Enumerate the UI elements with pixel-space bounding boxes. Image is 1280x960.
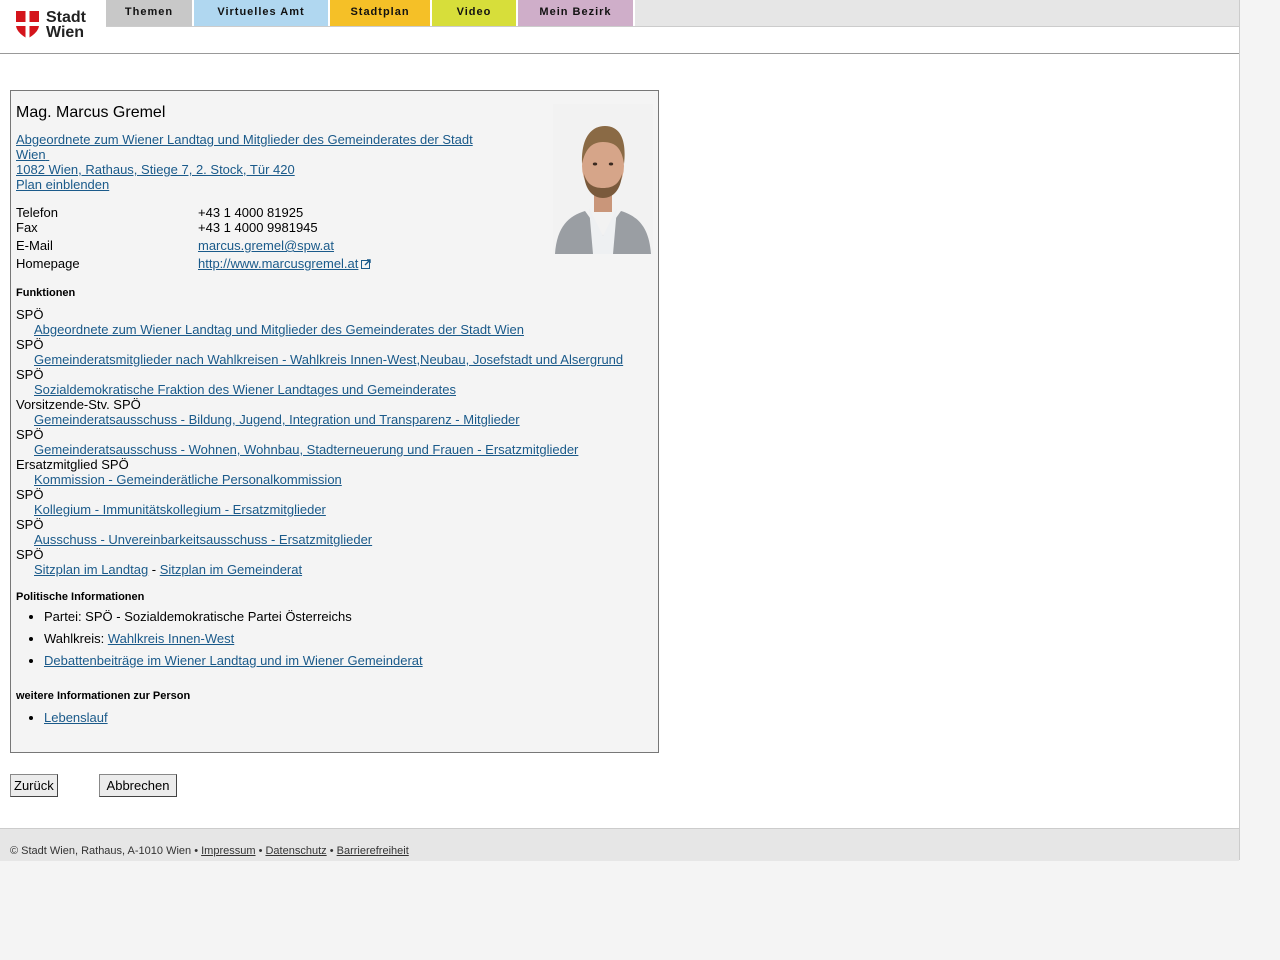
functions-list: SPÖ Abgeordnete zum Wiener Landtag und M…	[16, 307, 646, 577]
email-link[interactable]: marcus.gremel@spw.at	[198, 238, 334, 253]
seating-plan-landtag-link[interactable]: Sitzplan im Landtag	[34, 562, 148, 577]
party-text: Partei: SPÖ - Sozialdemokratische Partei…	[44, 609, 352, 624]
district-item: Wahlkreis: Wahlkreis Innen-West	[44, 631, 651, 646]
fax-value: +43 1 4000 9981945	[198, 220, 318, 235]
district-link[interactable]: Wahlkreis Innen-West	[108, 631, 234, 646]
main-navigation: Themen Virtuelles Amt Stadtplan Video Me…	[106, 0, 1239, 27]
function-role: SPÖ	[16, 427, 44, 442]
cancel-button[interactable]: Abbrechen	[99, 774, 177, 797]
footer-bullet: •	[255, 845, 266, 857]
function-link[interactable]: Kollegium - Immunitätskollegium - Ersatz…	[16, 502, 646, 517]
person-card: Mag. Marcus Gremel Abgeordnete zum Wiene…	[10, 90, 659, 753]
tab-stadtplan[interactable]: Stadtplan	[330, 0, 432, 26]
function-link[interactable]: Abgeordnete zum Wiener Landtag und Mitgl…	[16, 322, 646, 337]
functions-heading: Funktionen	[16, 287, 76, 299]
contact-table: Telefon +43 1 4000 81925 Fax +43 1 4000 …	[16, 205, 536, 271]
footer-text: © Stadt Wien, Rathaus, A-1010 Wien • Imp…	[10, 845, 409, 857]
contact-row-fax: Fax +43 1 4000 9981945	[16, 220, 536, 235]
political-info-list: Partei: SPÖ - Sozialdemokratische Partei…	[11, 609, 651, 675]
homepage-label: Homepage	[16, 256, 80, 271]
tab-mein-bezirk[interactable]: Mein Bezirk	[518, 0, 635, 26]
footer-bullet: •	[326, 845, 337, 857]
contact-row-email: E-Mail marcus.gremel@spw.at	[16, 238, 536, 253]
footer-bullet: •	[191, 845, 202, 857]
site-footer: © Stadt Wien, Rathaus, A-1010 Wien • Imp…	[0, 828, 1239, 861]
copyright-text: © Stadt Wien, Rathaus, A-1010 Wien	[10, 845, 192, 857]
party-item: Partei: SPÖ - Sozialdemokratische Partei…	[44, 609, 651, 624]
address-link[interactable]: 1082 Wien, Rathaus, Stiege 7, 2. Stock, …	[16, 162, 486, 177]
homepage-link[interactable]: http://www.marcusgremel.at	[198, 256, 358, 271]
logo-text: Stadt Wien	[46, 9, 86, 41]
political-info-heading: Politische Informationen	[16, 591, 145, 603]
external-link-icon	[361, 259, 372, 269]
wien-shield-icon	[16, 11, 39, 39]
function-role: SPÖ	[16, 517, 44, 532]
function-link[interactable]: Kommission - Gemeinderätliche Personalko…	[16, 472, 646, 487]
tab-video[interactable]: Video	[432, 0, 518, 26]
debates-item: Debattenbeiträge im Wiener Landtag und i…	[44, 653, 651, 668]
function-role: Ersatzmitglied SPÖ	[16, 457, 129, 472]
position-line-1: Abgeordnete zum Wiener Landtag und Mitgl…	[16, 132, 473, 147]
phone-label: Telefon	[16, 205, 58, 220]
cv-link[interactable]: Lebenslauf	[44, 710, 108, 725]
function-role: SPÖ	[16, 487, 44, 502]
show-map-link[interactable]: Plan einblenden	[16, 177, 486, 192]
seating-plan-links: Sitzplan im Landtag - Sitzplan im Gemein…	[16, 562, 646, 577]
function-role: Vorsitzende-Stv. SPÖ	[16, 397, 141, 412]
position-line-2: Wien	[16, 147, 46, 162]
seating-separator: -	[148, 562, 160, 577]
function-role: SPÖ	[16, 337, 44, 352]
function-link[interactable]: Gemeinderatsausschuss - Wohnen, Wohnbau,…	[16, 442, 646, 457]
back-button[interactable]: Zurück	[10, 774, 58, 797]
seating-plan-gemeinderat-link[interactable]: Sitzplan im Gemeinderat	[160, 562, 302, 577]
function-role: SPÖ	[16, 547, 44, 562]
position-link[interactable]: Abgeordnete zum Wiener Landtag und Mitgl…	[16, 132, 486, 162]
debates-link[interactable]: Debattenbeiträge im Wiener Landtag und i…	[44, 653, 423, 668]
contact-row-homepage: Homepage http://www.marcusgremel.at	[16, 256, 536, 271]
barrierefreiheit-link[interactable]: Barrierefreiheit	[337, 845, 409, 857]
address-block: Abgeordnete zum Wiener Landtag und Mitgl…	[16, 132, 486, 192]
more-info-heading: weitere Informationen zur Person	[16, 690, 191, 702]
page: Stadt Wien Themen Virtuelles Amt Stadtpl…	[0, 0, 1240, 861]
function-link[interactable]: Gemeinderatsmitglieder nach Wahlkreisen …	[16, 352, 646, 367]
function-link[interactable]: Ausschuss - Unvereinbarkeitsausschuss - …	[16, 532, 646, 547]
phone-value: +43 1 4000 81925	[198, 205, 304, 220]
district-label: Wahlkreis:	[44, 631, 108, 646]
fax-label: Fax	[16, 220, 38, 235]
homepage-value: http://www.marcusgremel.at	[198, 256, 372, 271]
more-info-list: Lebenslauf	[11, 710, 651, 725]
function-link[interactable]: Sozialdemokratische Fraktion des Wiener …	[16, 382, 646, 397]
cv-item: Lebenslauf	[44, 710, 651, 725]
contact-row-phone: Telefon +43 1 4000 81925	[16, 205, 536, 220]
person-name: Mag. Marcus Gremel	[16, 104, 166, 121]
function-role: SPÖ	[16, 367, 44, 382]
tab-virtuelles-amt[interactable]: Virtuelles Amt	[194, 0, 330, 26]
datenschutz-link[interactable]: Datenschutz	[265, 845, 326, 857]
function-role: SPÖ	[16, 307, 44, 322]
tab-themen[interactable]: Themen	[106, 0, 194, 26]
function-link[interactable]: Gemeinderatsausschuss - Bildung, Jugend,…	[16, 412, 646, 427]
stadt-wien-logo[interactable]: Stadt Wien	[16, 10, 90, 42]
email-label: E-Mail	[16, 238, 53, 253]
person-photo	[553, 104, 653, 254]
impressum-link[interactable]: Impressum	[201, 845, 255, 857]
site-header: Stadt Wien Themen Virtuelles Amt Stadtpl…	[0, 0, 1239, 54]
